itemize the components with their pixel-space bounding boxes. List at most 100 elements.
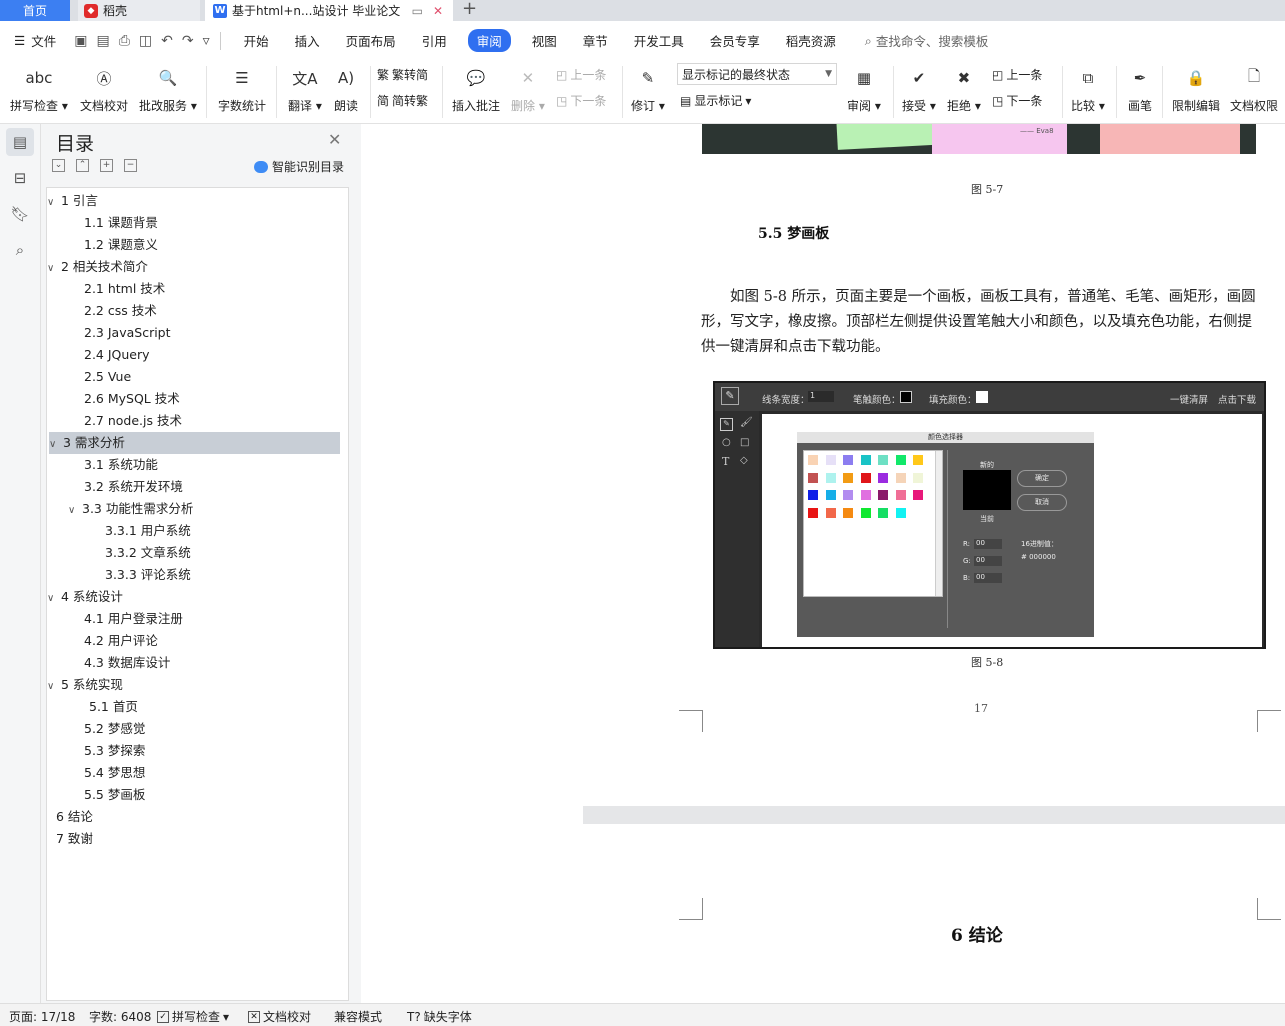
- menu-tab-references[interactable]: 引用: [422, 31, 447, 50]
- add-item-icon[interactable]: +: [100, 159, 113, 172]
- toc-item[interactable]: 7 致谢: [47, 828, 93, 850]
- menu-tab-insert[interactable]: 插入: [295, 31, 320, 50]
- customize-dropdown-icon[interactable]: ▿: [203, 33, 210, 49]
- compare-button[interactable]: ⧉ 比较 ▾: [1071, 60, 1105, 114]
- toc-item[interactable]: 5.4 梦思想: [47, 762, 145, 784]
- pen-button[interactable]: ✒ 画笔: [1126, 60, 1154, 114]
- compat-mode[interactable]: 兼容模式: [334, 1008, 382, 1025]
- toc-item[interactable]: 5.5 梦画板: [47, 784, 145, 806]
- chevron-down-icon[interactable]: ∨: [47, 258, 61, 280]
- menu-tab-start[interactable]: 开始: [244, 31, 269, 50]
- search-icon[interactable]: ⌕: [6, 236, 34, 264]
- chevron-down-icon[interactable]: ∨: [49, 434, 63, 456]
- toc-item[interactable]: 3.3.1 用户系统: [47, 520, 191, 542]
- tab-home[interactable]: 首页: [0, 0, 70, 21]
- menu-tab-review[interactable]: 审阅: [467, 29, 511, 52]
- bookmark-icon[interactable]: 🔖︎: [6, 200, 34, 228]
- to-traditional-button[interactable]: 繁繁转简: [377, 66, 428, 83]
- undo-icon[interactable]: ↶: [161, 33, 173, 49]
- save-icon[interactable]: ▣: [74, 33, 87, 49]
- close-icon[interactable]: ✕: [328, 130, 341, 149]
- toc-item[interactable]: ∨ 2 相关技术简介: [47, 256, 148, 278]
- toc-item[interactable]: 5.2 梦感觉: [47, 718, 145, 740]
- menu-tab-daoke-resources[interactable]: 稻壳资源: [786, 31, 836, 50]
- status-doc-proof[interactable]: ✕ 文档校对: [248, 1008, 311, 1025]
- restrict-edit-button[interactable]: 🔒 限制编辑: [1172, 60, 1220, 114]
- status-spell-check[interactable]: ✓ 拼写检查 ▾: [157, 1008, 229, 1025]
- toc-item[interactable]: ∨ 3.3 功能性需求分析: [47, 498, 193, 520]
- page-indicator[interactable]: 页面: 17/18: [9, 1008, 75, 1025]
- toc-item[interactable]: 5.1 首页: [47, 696, 138, 718]
- chevron-down-icon[interactable]: ∨: [47, 192, 61, 214]
- print-preview-icon[interactable]: ◫: [139, 33, 152, 49]
- toc-item[interactable]: 4.3 数据库设计: [47, 652, 170, 674]
- missing-font-button[interactable]: T? 缺失字体: [407, 1008, 472, 1025]
- smart-toc-button[interactable]: 智能识别目录: [254, 158, 344, 175]
- toc-item[interactable]: 3.3.2 文章系统: [47, 542, 191, 564]
- chevron-down-icon[interactable]: ∨: [47, 588, 61, 610]
- toc-item[interactable]: 4.1 用户登录注册: [47, 608, 183, 630]
- close-tab-icon[interactable]: ✕: [433, 4, 443, 18]
- reject-button[interactable]: ✖ 拒绝 ▾: [947, 60, 981, 114]
- command-search[interactable]: ⌕ 查找命令、搜索模板: [865, 31, 989, 50]
- navigation-icon[interactable]: ⊟: [6, 164, 34, 192]
- new-tab-button[interactable]: +: [462, 0, 477, 21]
- review-pane-button[interactable]: ▦ 审阅 ▾: [847, 60, 881, 114]
- accept-button[interactable]: ✔ 接受 ▾: [902, 60, 936, 114]
- spell-check-button[interactable]: abc 拼写检查 ▾: [10, 60, 68, 114]
- tab-document[interactable]: W 基于html+n...站设计 毕业论文 ▭ ✕: [205, 0, 453, 21]
- insert-comment-button[interactable]: 💬 插入批注: [452, 60, 500, 114]
- toc-item[interactable]: 2.2 css 技术: [47, 300, 157, 322]
- toc-item[interactable]: 2.5 Vue: [47, 366, 131, 388]
- toc-item[interactable]: 3.1 系统功能: [47, 454, 158, 476]
- toc-item[interactable]: ∨ 1 引言: [47, 190, 98, 212]
- tab-daoke[interactable]: ◆ 稻壳: [78, 0, 200, 21]
- monitor-icon[interactable]: ▭: [412, 4, 423, 18]
- toc-item[interactable]: 1.2 课题意义: [47, 234, 158, 256]
- toc-item[interactable]: 3.3.3 评论系统: [47, 564, 191, 586]
- toc-item[interactable]: 2.1 html 技术: [47, 278, 165, 300]
- revise-button[interactable]: ✎ 修订 ▾: [631, 60, 665, 114]
- redo-icon[interactable]: ↷: [182, 33, 194, 49]
- prev-comment-button[interactable]: ◰ 上一条: [556, 66, 606, 83]
- markup-state-select[interactable]: 显示标记的最终状态 ▼: [677, 63, 837, 85]
- doc-proof-button[interactable]: Ⓐ 文档校对: [80, 60, 128, 114]
- toc-item[interactable]: 2.6 MySQL 技术: [47, 388, 180, 410]
- collapse-all-icon[interactable]: ⌄: [52, 159, 65, 172]
- read-aloud-button[interactable]: A) 朗读: [332, 60, 360, 114]
- toc-item[interactable]: 2.7 node.js 技术: [47, 410, 182, 432]
- to-simplified-button[interactable]: 简简转繁: [377, 92, 428, 109]
- menu-tab-view[interactable]: 视图: [532, 31, 557, 50]
- menu-tab-developer[interactable]: 开发工具: [634, 31, 684, 50]
- remove-item-icon[interactable]: −: [124, 159, 137, 172]
- toc-item[interactable]: ∨ 3 需求分析: [49, 432, 340, 454]
- next-comment-button[interactable]: ◳ 下一条: [556, 92, 606, 109]
- toc-panel-icon[interactable]: ▤: [6, 128, 34, 156]
- word-count-button[interactable]: ☰ 字数统计: [218, 60, 266, 114]
- toc-item[interactable]: 3.2 系统开发环境: [47, 476, 183, 498]
- next-change-button[interactable]: ◳ 下一条: [992, 92, 1042, 109]
- prev-change-button[interactable]: ◰ 上一条: [992, 66, 1042, 83]
- chevron-down-icon[interactable]: ∨: [68, 500, 82, 522]
- translate-button[interactable]: 文A 翻译 ▾: [288, 60, 322, 114]
- toc-item[interactable]: 4.2 用户评论: [47, 630, 158, 652]
- menu-tab-member[interactable]: 会员专享: [710, 31, 760, 50]
- toc-item[interactable]: 2.4 JQuery: [47, 344, 150, 366]
- chevron-down-icon[interactable]: ∨: [47, 676, 61, 698]
- menu-tab-layout[interactable]: 页面布局: [346, 31, 396, 50]
- expand-up-icon[interactable]: ⌃: [76, 159, 89, 172]
- toc-item[interactable]: 6 结论: [47, 806, 93, 828]
- toc-item[interactable]: ∨ 4 系统设计: [47, 586, 123, 608]
- review-service-button[interactable]: 🔍 批改服务 ▾: [139, 60, 197, 114]
- show-markup-button[interactable]: ▤ 显示标记 ▾: [680, 92, 751, 109]
- toc-item[interactable]: 1.1 课题背景: [47, 212, 158, 234]
- toc-item[interactable]: 2.3 JavaScript: [47, 322, 171, 344]
- print-icon[interactable]: ⎙: [119, 33, 130, 49]
- export-pdf-icon[interactable]: ▤: [96, 33, 109, 49]
- toc-item[interactable]: 5.3 梦探索: [47, 740, 145, 762]
- toc-item[interactable]: ∨ 5 系统实现: [47, 674, 123, 696]
- word-count-indicator[interactable]: 字数: 6408: [89, 1008, 151, 1025]
- menu-tab-chapter[interactable]: 章节: [583, 31, 608, 50]
- delete-comment-button[interactable]: ✕ 删除 ▾: [511, 60, 545, 114]
- doc-permission-button[interactable]: 🗋 文档权限: [1230, 60, 1278, 114]
